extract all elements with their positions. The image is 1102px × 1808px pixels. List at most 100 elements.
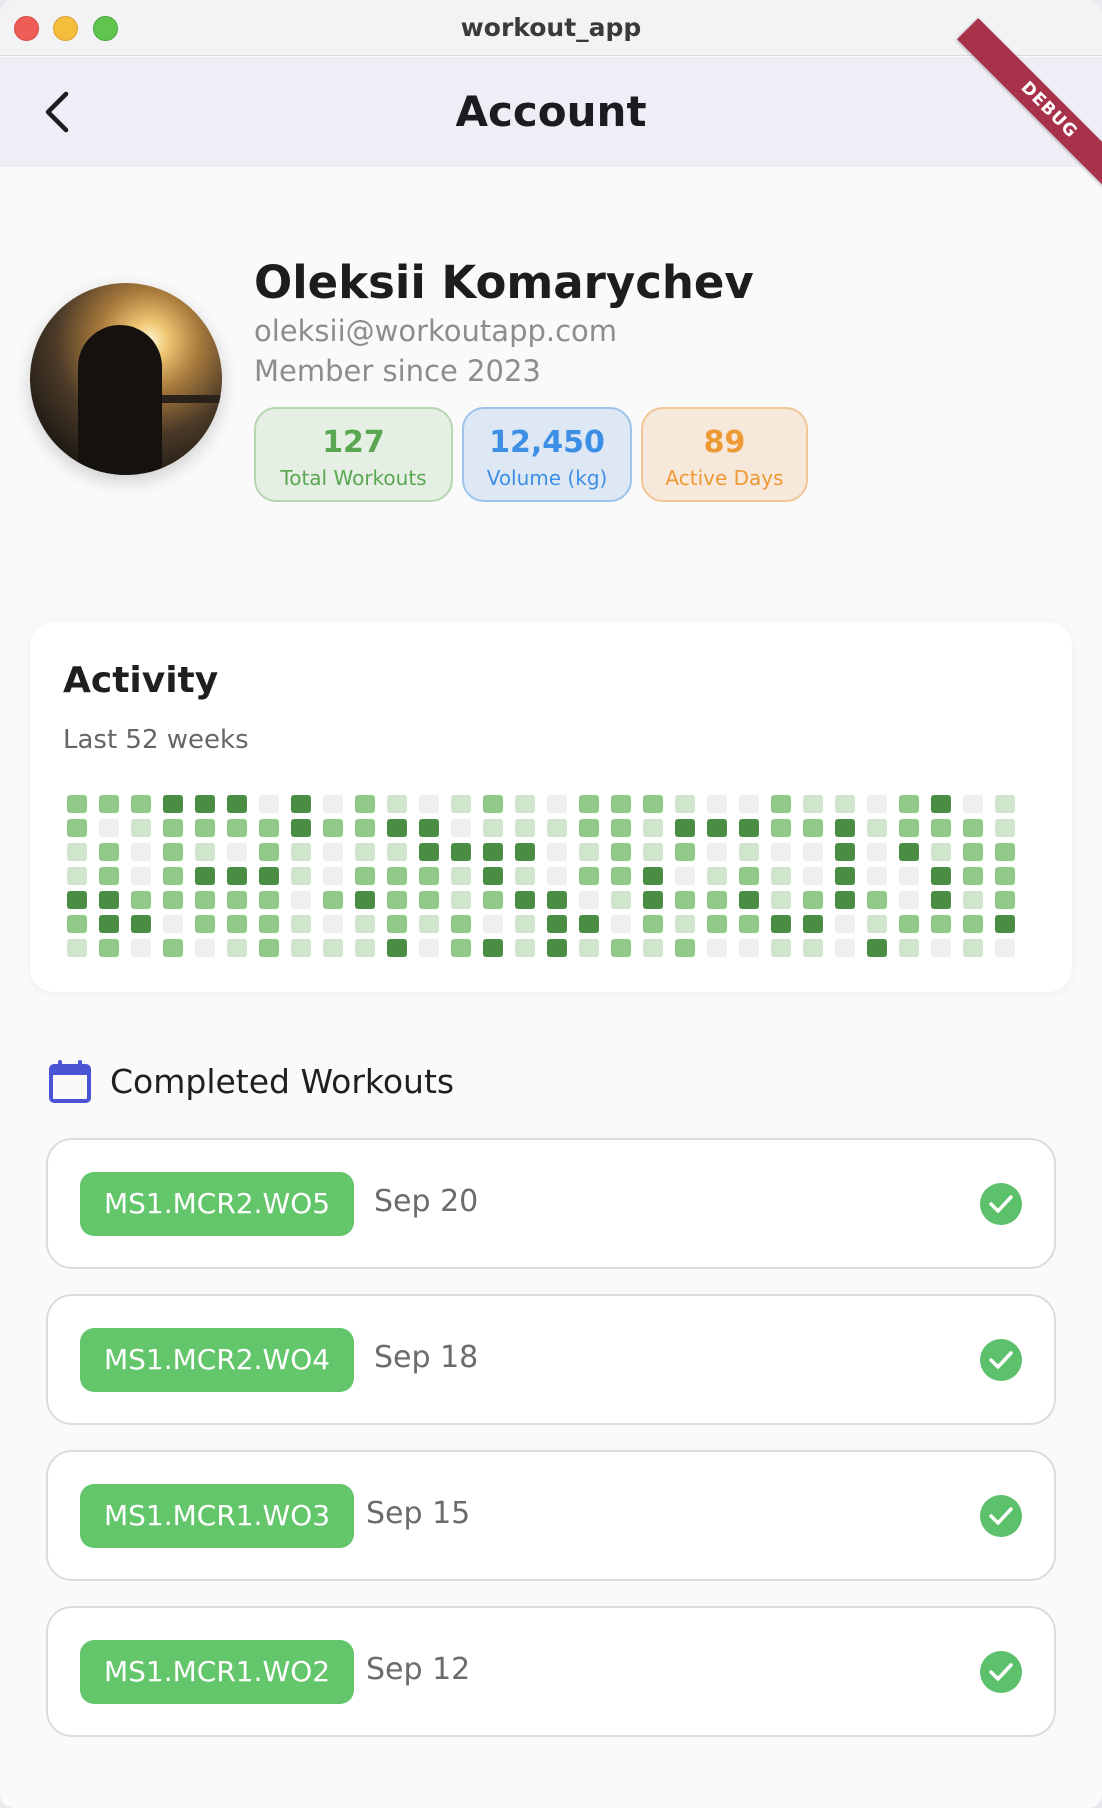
heatmap-cell xyxy=(131,939,151,957)
heatmap-cell xyxy=(547,891,567,909)
check-circle-icon xyxy=(980,1339,1022,1381)
heatmap-cell xyxy=(707,867,727,885)
heatmap-cell xyxy=(131,867,151,885)
heatmap-cell xyxy=(323,915,343,933)
heatmap-cell xyxy=(579,939,599,957)
heatmap-cell xyxy=(931,843,951,861)
workout-code-chip: MS1.MCR2.WO4 xyxy=(80,1328,355,1392)
stat-label: Total Workouts xyxy=(280,466,427,490)
heatmap-cell xyxy=(515,891,535,909)
heatmap-cell xyxy=(643,891,663,909)
heatmap-cell xyxy=(739,939,759,957)
heatmap-cell xyxy=(835,795,855,813)
heatmap-cell xyxy=(67,915,87,933)
heatmap-cell xyxy=(643,795,663,813)
heatmap-cell xyxy=(419,843,439,861)
heatmap-cell xyxy=(483,891,503,909)
heatmap-cell xyxy=(611,819,631,837)
heatmap-cell xyxy=(291,819,311,837)
heatmap-cell xyxy=(259,915,279,933)
workout-date: Sep 12 xyxy=(366,1652,471,1687)
calendar-icon xyxy=(49,1060,91,1103)
heatmap-cell xyxy=(611,843,631,861)
heatmap-cell xyxy=(995,939,1015,957)
workout-item[interactable]: MS1.MCR1.WO3 Sep 15 xyxy=(46,1450,1056,1581)
heatmap-cell xyxy=(995,867,1015,885)
workout-item[interactable]: MS1.MCR2.WO4 Sep 18 xyxy=(46,1294,1056,1425)
heatmap-cell xyxy=(835,891,855,909)
heatmap-cell xyxy=(163,819,183,837)
heatmap-cell xyxy=(259,939,279,957)
heatmap-cell xyxy=(963,795,983,813)
stat-value: 12,450 xyxy=(489,425,605,460)
heatmap-cell xyxy=(515,819,535,837)
heatmap-cell xyxy=(419,891,439,909)
heatmap-cell xyxy=(355,867,375,885)
heatmap-cell xyxy=(323,891,343,909)
heatmap-cell xyxy=(67,819,87,837)
heatmap-cell xyxy=(419,915,439,933)
heatmap-cell xyxy=(963,891,983,909)
heatmap-cell xyxy=(611,795,631,813)
heatmap-cell xyxy=(547,867,567,885)
heatmap-cell xyxy=(195,843,215,861)
heatmap-cell xyxy=(515,939,535,957)
heatmap-cell xyxy=(803,843,823,861)
heatmap-cell xyxy=(483,915,503,933)
heatmap-cell xyxy=(163,843,183,861)
heatmap-cell xyxy=(291,843,311,861)
workout-date: Sep 15 xyxy=(366,1496,471,1531)
heatmap-cell xyxy=(227,939,247,957)
heatmap-cell xyxy=(675,795,695,813)
workout-code-chip: MS1.MCR2.WO5 xyxy=(80,1172,355,1236)
heatmap-cell xyxy=(739,795,759,813)
heatmap-cell xyxy=(451,939,471,957)
heatmap-cell xyxy=(771,891,791,909)
heatmap-cell xyxy=(131,891,151,909)
heatmap-cell xyxy=(67,843,87,861)
heatmap-cell xyxy=(643,819,663,837)
heatmap-cell xyxy=(707,939,727,957)
workout-date: Sep 18 xyxy=(374,1340,479,1375)
heatmap-cell xyxy=(867,915,887,933)
heatmap-cell xyxy=(643,915,663,933)
activity-card: Activity Last 52 weeks xyxy=(30,622,1072,992)
heatmap-cell xyxy=(291,795,311,813)
heatmap-cell xyxy=(611,891,631,909)
heatmap-cell xyxy=(227,795,247,813)
app-bar: Account DEBUG xyxy=(0,18,1102,202)
heatmap-cell xyxy=(931,819,951,837)
workout-item[interactable]: MS1.MCR2.WO5 Sep 20 xyxy=(46,1138,1056,1269)
heatmap-cell xyxy=(259,891,279,909)
heatmap-cell xyxy=(355,795,375,813)
heatmap-cell xyxy=(99,867,119,885)
heatmap-cell xyxy=(131,843,151,861)
heatmap-cell xyxy=(611,867,631,885)
heatmap-cell xyxy=(867,891,887,909)
workout-code-chip: MS1.MCR1.WO3 xyxy=(80,1484,355,1548)
heatmap-cell xyxy=(387,939,407,957)
heatmap-cell xyxy=(963,915,983,933)
heatmap-cell xyxy=(803,795,823,813)
heatmap-cell xyxy=(451,915,471,933)
heatmap-cell xyxy=(387,867,407,885)
heatmap-cell xyxy=(355,819,375,837)
heatmap-cell xyxy=(995,891,1015,909)
heatmap-cell xyxy=(899,915,919,933)
heatmap-cell xyxy=(67,939,87,957)
workout-item[interactable]: MS1.MCR1.WO2 Sep 12 xyxy=(46,1606,1056,1737)
heatmap-cell xyxy=(803,891,823,909)
heatmap-cell xyxy=(867,819,887,837)
heatmap-cell xyxy=(771,915,791,933)
heatmap-cell xyxy=(579,795,599,813)
heatmap-cell xyxy=(483,819,503,837)
heatmap-cell xyxy=(771,867,791,885)
heatmap-cell xyxy=(67,891,87,909)
heatmap-cell xyxy=(323,939,343,957)
heatmap-cell xyxy=(259,843,279,861)
heatmap-cell xyxy=(419,819,439,837)
heatmap-cell xyxy=(99,939,119,957)
heatmap-cell xyxy=(771,843,791,861)
heatmap-cell xyxy=(323,819,343,837)
stat-total-workouts: 127 Total Workouts xyxy=(254,407,453,502)
